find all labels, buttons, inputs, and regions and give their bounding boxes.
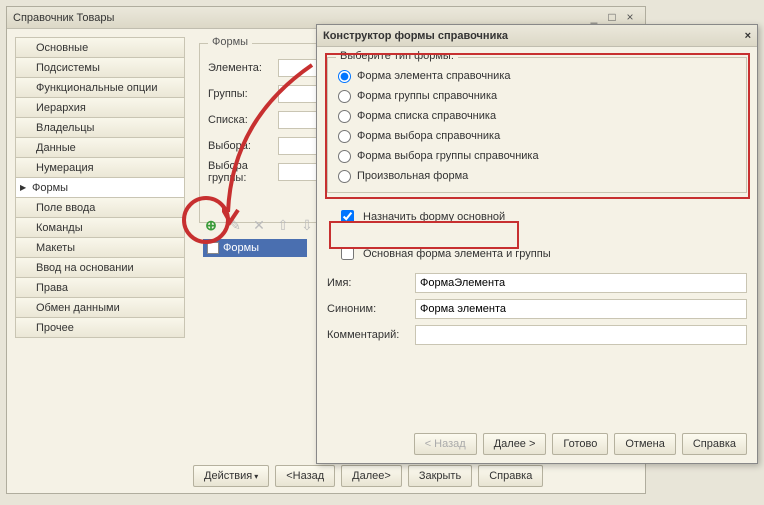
form-row-label: Выбора: <box>208 140 278 152</box>
form-row-label: Выбора группы: <box>208 160 278 184</box>
assign-main-checkbox[interactable] <box>341 210 354 223</box>
form-type-radio-0[interactable] <box>338 70 351 83</box>
form-type-label-4: Форма выбора группы справочника <box>357 150 539 162</box>
name-input[interactable] <box>415 273 747 293</box>
dialog-btn-2[interactable]: Готово <box>552 433 608 455</box>
form-type-radio-3[interactable] <box>338 130 351 143</box>
tree-item-forms[interactable]: Формы <box>203 239 307 257</box>
dialog-btn-4[interactable]: Справка <box>682 433 747 455</box>
form-type-label-5: Произвольная форма <box>357 170 468 182</box>
bottom-btn-1[interactable]: <Назад <box>275 465 335 487</box>
form-row-label: Группы: <box>208 88 278 100</box>
form-type-label-3: Форма выбора справочника <box>357 130 500 142</box>
sidebar-item-14[interactable]: Прочее <box>15 317 185 338</box>
radio-row-1: Форма группы справочника <box>338 86 736 106</box>
comment-input[interactable] <box>415 325 747 345</box>
main-form-elem-group-row: Основная форма элемента и группы <box>337 244 747 263</box>
sidebar-item-9[interactable]: Команды <box>15 217 185 238</box>
sidebar-item-13[interactable]: Обмен данными <box>15 297 185 318</box>
bottom-btn-4[interactable]: Справка <box>478 465 543 487</box>
sidebar-item-12[interactable]: Права <box>15 277 185 298</box>
move-down-icon[interactable]: ⇩ <box>299 217 315 233</box>
dialog-btn-1[interactable]: Далее > <box>483 433 547 455</box>
sidebar-item-11[interactable]: Ввод на основании <box>15 257 185 278</box>
form-type-group: Выберите тип формы: Форма элемента справ… <box>327 57 747 193</box>
sidebar-item-5[interactable]: Данные <box>15 137 185 158</box>
form-type-radio-5[interactable] <box>338 170 351 183</box>
name-label: Имя: <box>327 277 415 289</box>
radio-row-5: Произвольная форма <box>338 166 736 186</box>
synonym-label: Синоним: <box>327 303 415 315</box>
sidebar-item-10[interactable]: Макеты <box>15 237 185 258</box>
comment-row: Комментарий: <box>327 325 747 345</box>
form-type-radio-4[interactable] <box>338 150 351 163</box>
form-type-label-0: Форма элемента справочника <box>357 70 511 82</box>
dialog-title: Конструктор формы справочника <box>323 30 745 42</box>
sidebar: ОсновныеПодсистемыФункциональные опцииИе… <box>15 37 185 337</box>
radio-row-3: Форма выбора справочника <box>338 126 736 146</box>
bottom-btn-0[interactable]: Действия <box>193 465 269 487</box>
bottom-btn-2[interactable]: Далее> <box>341 465 402 487</box>
form-type-legend: Выберите тип формы: <box>336 50 458 62</box>
main-form-elem-group-checkbox[interactable] <box>341 247 354 260</box>
dialog-btn-0: < Назад <box>414 433 477 455</box>
move-up-icon[interactable]: ⇧ <box>275 217 291 233</box>
sidebar-item-7[interactable]: Формы <box>15 177 185 198</box>
radio-row-4: Форма выбора группы справочника <box>338 146 736 166</box>
sidebar-item-2[interactable]: Функциональные опции <box>15 77 185 98</box>
dialog-close-icon[interactable]: × <box>745 30 751 42</box>
forms-toolbar: ⊕ ✎ ✕ ⇧ ⇩ <box>203 217 315 233</box>
comment-label: Комментарий: <box>327 329 415 341</box>
bottom-btn-3[interactable]: Закрыть <box>408 465 472 487</box>
form-type-label-1: Форма группы справочника <box>357 90 497 102</box>
add-icon[interactable]: ⊕ <box>203 217 219 233</box>
form-type-label-2: Форма списка справочника <box>357 110 496 122</box>
sidebar-item-1[interactable]: Подсистемы <box>15 57 185 78</box>
synonym-row: Синоним: <box>327 299 747 319</box>
main-form-elem-group-label: Основная форма элемента и группы <box>363 248 551 260</box>
form-item-icon <box>207 242 219 254</box>
forms-fieldset-legend: Формы <box>208 36 252 48</box>
delete-icon[interactable]: ✕ <box>251 217 267 233</box>
tree-item-label: Формы <box>223 242 259 254</box>
dialog-body: Выберите тип формы: Форма элемента справ… <box>317 47 757 361</box>
dialog-buttons: < Назад Далее >Готово Отмена Справка <box>327 433 747 455</box>
radio-row-0: Форма элемента справочника <box>338 66 736 86</box>
name-row: Имя: <box>327 273 747 293</box>
dialog-btn-3[interactable]: Отмена <box>614 433 675 455</box>
form-row-label: Списка: <box>208 114 278 126</box>
sidebar-item-0[interactable]: Основные <box>15 37 185 58</box>
main-title: Справочник Товары <box>13 12 585 24</box>
form-type-radio-2[interactable] <box>338 110 351 123</box>
assign-main-row: Назначить форму основной <box>337 207 747 226</box>
assign-main-label: Назначить форму основной <box>363 211 505 223</box>
sidebar-item-4[interactable]: Владельцы <box>15 117 185 138</box>
sidebar-item-6[interactable]: Нумерация <box>15 157 185 178</box>
main-bottom-buttons: Действия <Назад Далее> Закрыть Справка <box>193 465 543 487</box>
sidebar-item-8[interactable]: Поле ввода <box>15 197 185 218</box>
sidebar-item-3[interactable]: Иерархия <box>15 97 185 118</box>
synonym-input[interactable] <box>415 299 747 319</box>
edit-icon[interactable]: ✎ <box>227 217 243 233</box>
form-constructor-dialog: Конструктор формы справочника × Выберите… <box>316 24 758 464</box>
form-row-label: Элемента: <box>208 62 278 74</box>
dialog-titlebar: Конструктор формы справочника × <box>317 25 757 47</box>
form-type-radio-1[interactable] <box>338 90 351 103</box>
radio-row-2: Форма списка справочника <box>338 106 736 126</box>
